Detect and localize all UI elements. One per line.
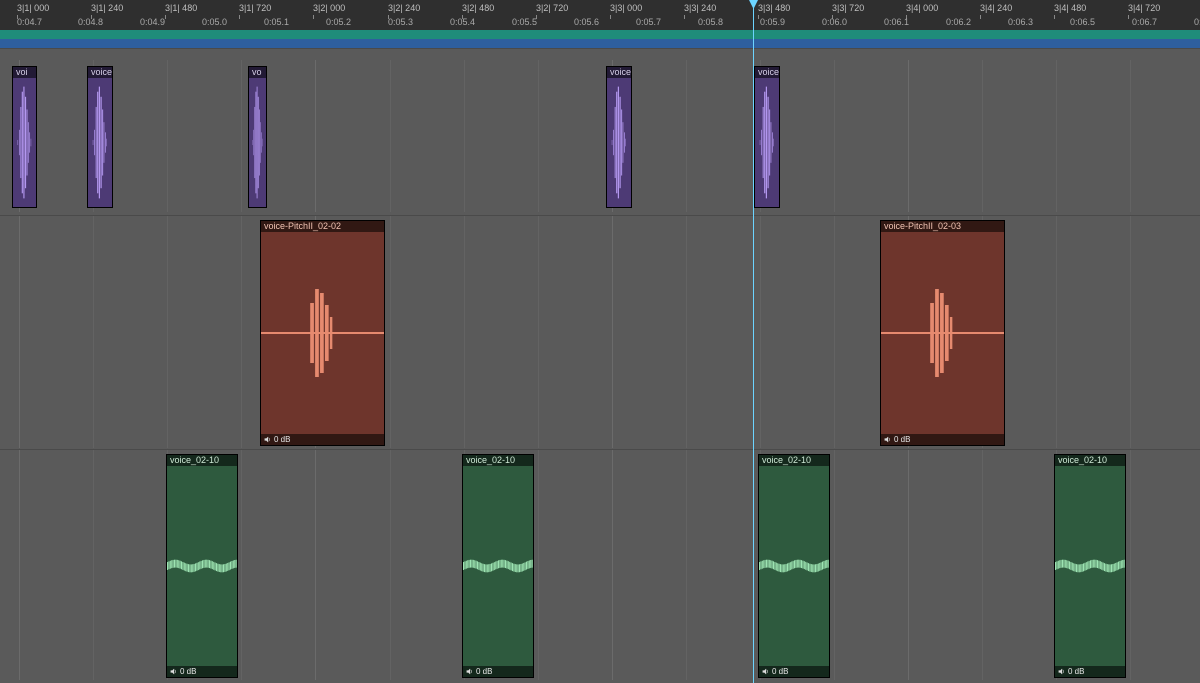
ruler-timecode: 0:05.8 [698,17,723,27]
ruler-timecode: 0:04.8 [78,17,103,27]
ruler-timecode: 0:05.7 [636,17,661,27]
clip-label: voice-PitchII_02-03 [881,221,1004,232]
ruler-bars-beats: 3|1| 720 [239,3,271,13]
volume-icon [762,668,769,675]
clip-label: voice [88,67,112,78]
ruler-bars-beats: 3|4| 240 [980,3,1012,13]
span-top-stripe [0,30,1200,39]
audio-clip-red[interactable]: voice-PitchII_02-03 0 dB [880,220,1005,446]
ruler-timecode: 0:06.9 [1194,17,1200,27]
clip-label: voice_02-10 [1055,455,1125,466]
audio-clip-purple[interactable]: voice [754,66,780,208]
clip-label: vo [249,67,266,78]
time-span-bar[interactable] [0,30,1200,48]
audio-clip-purple[interactable]: voice [87,66,113,208]
ruler-timecode: 0:06.7 [1132,17,1157,27]
ruler-bars-beats: 3|3| 000 [610,3,642,13]
volume-icon [264,436,271,443]
audio-clip-green[interactable]: voice_02-10 0 dB [462,454,534,678]
clip-label: voi [13,67,36,78]
clip-label: voice_02-10 [463,455,533,466]
ruler-timecode: 0:06.0 [822,17,847,27]
ruler-bars-beats: 3|2| 720 [536,3,568,13]
clip-label: voice_02-10 [759,455,829,466]
audio-clip-green[interactable]: voice_02-10 0 dB [166,454,238,678]
audio-clip-green[interactable]: voice_02-10 0 dB [758,454,830,678]
ruler[interactable]: 3|1| 000 3|1| 240 3|1| 480 3|1| 720 3|2| 000… [0,0,1200,30]
span-bottom-stripe [0,39,1200,48]
audio-clip-green[interactable]: voice_02-10 0 dB [1054,454,1126,678]
ruler-timecode: 0:05.0 [202,17,227,27]
clip-label: voice [755,67,779,78]
audio-clip-purple[interactable]: voice [606,66,632,208]
clip-label: voice-PitchII_02-02 [261,221,384,232]
ruler-bars-beats: 3|4| 720 [1128,3,1160,13]
ruler-timecode: 0:06.2 [946,17,971,27]
audio-clip-purple[interactable]: vo [248,66,267,208]
ruler-bars-beats: 3|4| 000 [906,3,938,13]
playhead-icon [749,0,758,9]
ruler-bars-beats: 3|2| 480 [462,3,494,13]
ruler-bars-beats: 3|2| 000 [313,3,345,13]
ruler-timecode: 0:06.1 [884,17,909,27]
audio-clip-red[interactable]: voice-PitchII_02-02 0 dB [260,220,385,446]
ruler-bars-beats: 3|3| 240 [684,3,716,13]
timeline-stage[interactable]: 3|1| 000 3|1| 240 3|1| 480 3|1| 720 3|2| 000… [0,0,1200,683]
volume-icon [466,668,473,675]
clip-gain: 0 dB [463,666,533,677]
volume-icon [170,668,177,675]
ruler-timecode: 0:05.4 [450,17,475,27]
clip-label: voice_02-10 [167,455,237,466]
volume-icon [884,436,891,443]
ruler-bars-beats: 3|3| 720 [832,3,864,13]
clip-gain: 0 dB [167,666,237,677]
audio-clip-purple[interactable]: voi [12,66,37,208]
clip-label: voice [607,67,631,78]
ruler-bars-beats: 3|1| 480 [165,3,197,13]
ruler-timecode: 0:05.1 [264,17,289,27]
clip-gain: 0 dB [759,666,829,677]
ruler-timecode: 0:04.7 [17,17,42,27]
ruler-timecode: 0:06.5 [1070,17,1095,27]
ruler-timecode: 0:06.3 [1008,17,1033,27]
ruler-timecode: 0:05.2 [326,17,351,27]
ruler-bars-beats: 3|1| 240 [91,3,123,13]
ruler-bars-beats: 3|2| 240 [388,3,420,13]
track-1[interactable]: voi voice vo voice voice [0,60,1200,212]
playhead[interactable] [753,0,754,683]
ruler-timecode: 0:04.9 [140,17,165,27]
ruler-timecode: 0:05.9 [760,17,785,27]
clip-gain: 0 dB [261,434,384,445]
ruler-timecode: 0:05.5 [512,17,537,27]
volume-icon [1058,668,1065,675]
ruler-timecode: 0:05.6 [574,17,599,27]
ruler-bars-beats: 3|4| 480 [1054,3,1086,13]
ruler-bars-beats: 3|3| 480 [758,3,790,13]
clip-gain: 0 dB [1055,666,1125,677]
track-3[interactable]: voice_02-100 dBvoice_02-100 dBvoice_02-1… [0,450,1200,680]
clip-gain: 0 dB [881,434,1004,445]
ruler-bars-beats: 3|1| 000 [17,3,49,13]
track-2[interactable]: voice-PitchII_02-020 dBvoice-PitchII_02-… [0,216,1200,448]
ruler-timecode: 0:05.3 [388,17,413,27]
